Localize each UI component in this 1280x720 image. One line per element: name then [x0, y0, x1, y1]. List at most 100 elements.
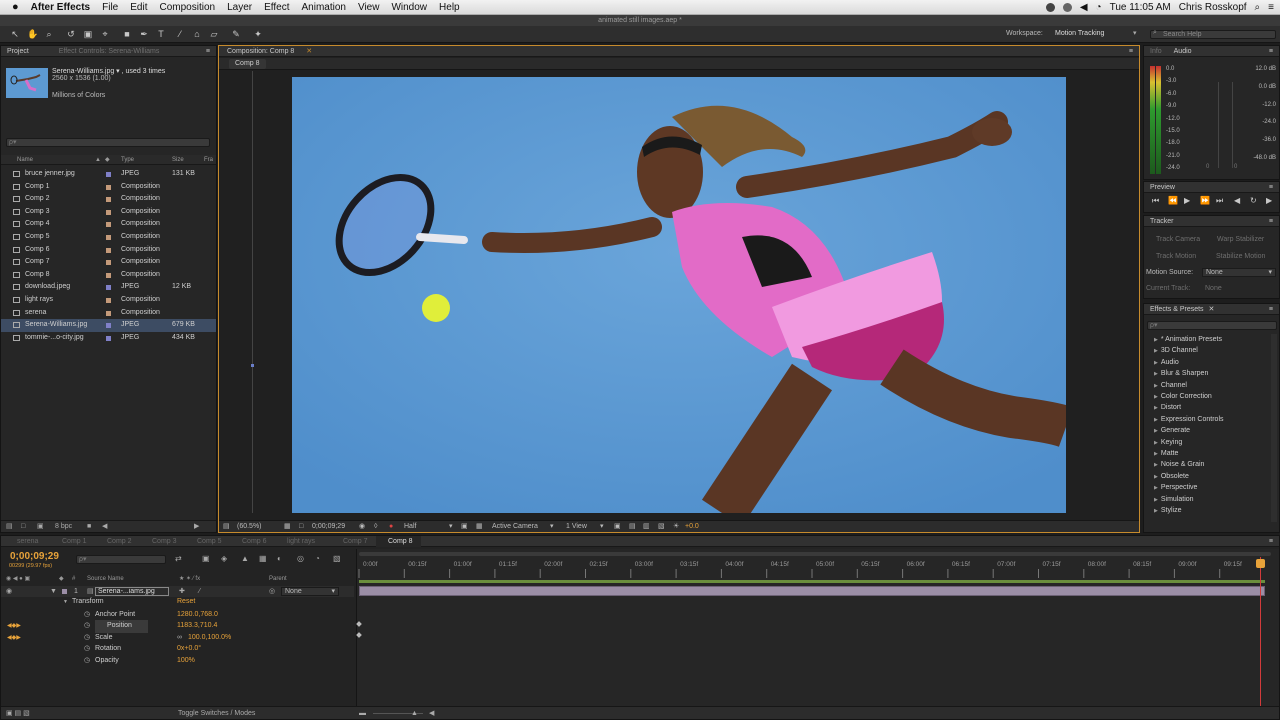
info-menu-icon[interactable]: ≡ [1269, 46, 1273, 57]
view-layout-select[interactable]: 1 View [566, 521, 587, 532]
layer-visibility-icon[interactable]: ◉ [6, 586, 12, 597]
camera-dropdown-icon[interactable]: ▾ [550, 521, 554, 532]
switches-header-icon[interactable]: ★ ✶ ⁄ fx [179, 574, 200, 584]
notification-icon[interactable]: ≡ [1268, 2, 1274, 13]
transform-property-row[interactable]: ◷ Opacity 100% [1, 655, 354, 668]
project-item-label-color[interactable] [106, 235, 111, 240]
zoom-slider-thumb[interactable]: ▲ [411, 707, 418, 719]
project-item-label-color[interactable] [106, 209, 111, 215]
tab-info[interactable]: Info [1150, 46, 1162, 57]
transform-group[interactable]: Transform [72, 598, 104, 605]
rotate-tool-icon[interactable]: ↺ [66, 29, 76, 39]
tab-tracker[interactable]: Tracker [1150, 216, 1173, 227]
view-dropdown-icon[interactable]: ▾ [600, 521, 604, 532]
region-icon[interactable]: □ [299, 521, 303, 532]
motion-blur-icon[interactable]: ◐ [277, 554, 282, 563]
brush-tool-icon[interactable]: ⁄ [175, 29, 185, 39]
ram-preview-icon[interactable]: ▶ [1266, 196, 1272, 205]
effects-category[interactable]: Distort [1144, 402, 1268, 413]
project-item-label-color[interactable] [106, 298, 111, 303]
timeline-search-input[interactable]: ρ▾ [76, 555, 166, 564]
apple-icon[interactable]: ● [0, 1, 25, 13]
snapshot-icon[interactable]: ◉ [359, 521, 365, 532]
zoom-in-icon[interactable]: ◀ [429, 707, 434, 719]
timeline-icon[interactable]: ▥ [643, 521, 650, 532]
project-item[interactable]: Comp 3 Composition [1, 206, 216, 219]
project-item[interactable]: Comp 5 Composition [1, 231, 216, 244]
hand-tool-icon[interactable]: ✋ [27, 29, 38, 39]
effects-category[interactable]: Audio [1144, 357, 1268, 368]
track-motion-button[interactable]: Track Motion [1156, 253, 1196, 260]
tab-composition[interactable]: Composition: Comp 8 [227, 46, 294, 57]
menu-edit[interactable]: Edit [124, 2, 153, 13]
menu-layer[interactable]: Layer [221, 2, 258, 13]
composition-tab-close-icon[interactable]: ✕ [306, 48, 312, 55]
timeline-tab[interactable]: Comp 7 [331, 536, 376, 547]
time-ruler[interactable]: 0:00f 00:15f 01:00f 01:15f 02:00f 02:15f 03:00… [357, 557, 1280, 579]
type-tool-icon[interactable]: T [156, 29, 166, 39]
status-record-icon[interactable] [1062, 3, 1072, 12]
selection-tool-icon[interactable]: ↖ [10, 29, 20, 39]
flowchart-icon[interactable]: ▧ [658, 521, 665, 532]
project-item[interactable]: light rays Composition [1, 294, 216, 307]
zoom-out-icon[interactable]: ▬ [359, 707, 366, 719]
layer-duration-bar[interactable] [359, 586, 1265, 596]
timeline-tab[interactable]: light rays [275, 536, 331, 547]
timeline-tab[interactable]: Comp 5 [185, 536, 230, 547]
effects-category[interactable]: Obsolete [1144, 471, 1268, 482]
effects-category[interactable]: Matte [1144, 448, 1268, 459]
pen-tool-icon[interactable]: ✒ [139, 29, 149, 39]
tab-project[interactable]: Project [7, 46, 29, 57]
layer-quality-switch-icon[interactable]: ⁄ [199, 586, 200, 597]
layer-switches-pane-icon[interactable]: ▣ ▤ ▧ [6, 707, 30, 719]
timeline-menu-icon[interactable]: ≡ [1269, 536, 1273, 547]
exposure-value[interactable]: +0.0 [685, 521, 699, 532]
layer-shy-switch-icon[interactable]: ✚ [179, 586, 185, 597]
project-item[interactable]: Serena-Williams.jpg JPEG 679 KB [1, 319, 216, 332]
effects-menu-icon[interactable]: ≡ [1269, 304, 1273, 315]
layer-expand-icon[interactable]: ▼ [50, 586, 57, 597]
effects-category[interactable]: Generate [1144, 425, 1268, 436]
number-header[interactable]: # [72, 574, 75, 584]
warp-stabilizer-button[interactable]: Warp Stabilizer [1217, 236, 1264, 243]
camera-tool-icon[interactable]: ▣ [83, 29, 93, 39]
project-item[interactable]: tommie-...o-city.jpg JPEG 434 KB [1, 332, 216, 345]
project-item[interactable]: bruce jenner.jpg JPEG 131 KB [1, 168, 216, 181]
project-item[interactable]: Comp 1 Composition [1, 181, 216, 194]
transform-expand-icon[interactable]: ▼ [63, 599, 68, 605]
preview-menu-icon[interactable]: ≡ [1269, 182, 1273, 193]
menu-view[interactable]: View [352, 2, 386, 13]
new-comp-icon[interactable]: ▣ [37, 521, 44, 532]
workspace-menu-icon[interactable]: ▾ [1133, 29, 1137, 37]
comp-mini-flowchart-icon[interactable]: ⇄ [175, 554, 182, 563]
timeline-current-time[interactable]: 0;00;09;29 [10, 551, 59, 562]
comp-breadcrumb[interactable]: Comp 8 [229, 59, 266, 69]
current-time-display[interactable]: 0;00;09;29 [312, 521, 345, 532]
project-panel-menu-icon[interactable]: ≡ [206, 46, 210, 57]
eraser-tool-icon[interactable]: ▱ [209, 29, 219, 39]
project-item-label-color[interactable] [106, 184, 111, 190]
project-item[interactable]: Comp 2 Composition [1, 193, 216, 206]
effects-category[interactable]: Color Correction [1144, 391, 1268, 402]
track-camera-button[interactable]: Track Camera [1156, 236, 1200, 243]
timeline-tab[interactable]: Comp 8 [376, 536, 421, 547]
time-navigator-bar[interactable] [359, 552, 1271, 556]
column-type[interactable]: Type [121, 155, 134, 165]
always-preview-icon[interactable]: ▤ [223, 521, 230, 532]
project-item-label-color[interactable] [106, 247, 111, 253]
live-update-icon[interactable]: ▣ [202, 554, 210, 563]
motion-source-select[interactable]: None ▾ [1202, 268, 1276, 277]
effects-category[interactable]: Blur & Sharpen [1144, 368, 1268, 379]
graph-editor-icon[interactable]: ▧ [333, 554, 341, 563]
resolution-select[interactable]: Half [404, 521, 416, 532]
menu-user[interactable]: Chris Rosskopf [1179, 2, 1247, 13]
work-area-bar[interactable] [359, 580, 1265, 583]
timeline-tab[interactable]: Comp 1 [50, 536, 95, 547]
workspace-select[interactable]: Motion Tracking [1055, 30, 1140, 37]
audio-slider-track-left[interactable] [1218, 82, 1219, 168]
last-frame-icon[interactable]: ⏭ [1216, 196, 1223, 206]
effects-category[interactable]: Channel [1144, 380, 1268, 391]
timeline-tab[interactable]: Comp 6 [230, 536, 275, 547]
effects-scrollbar[interactable] [1271, 334, 1277, 522]
spotlight-icon[interactable]: ⌕ [1255, 2, 1261, 13]
